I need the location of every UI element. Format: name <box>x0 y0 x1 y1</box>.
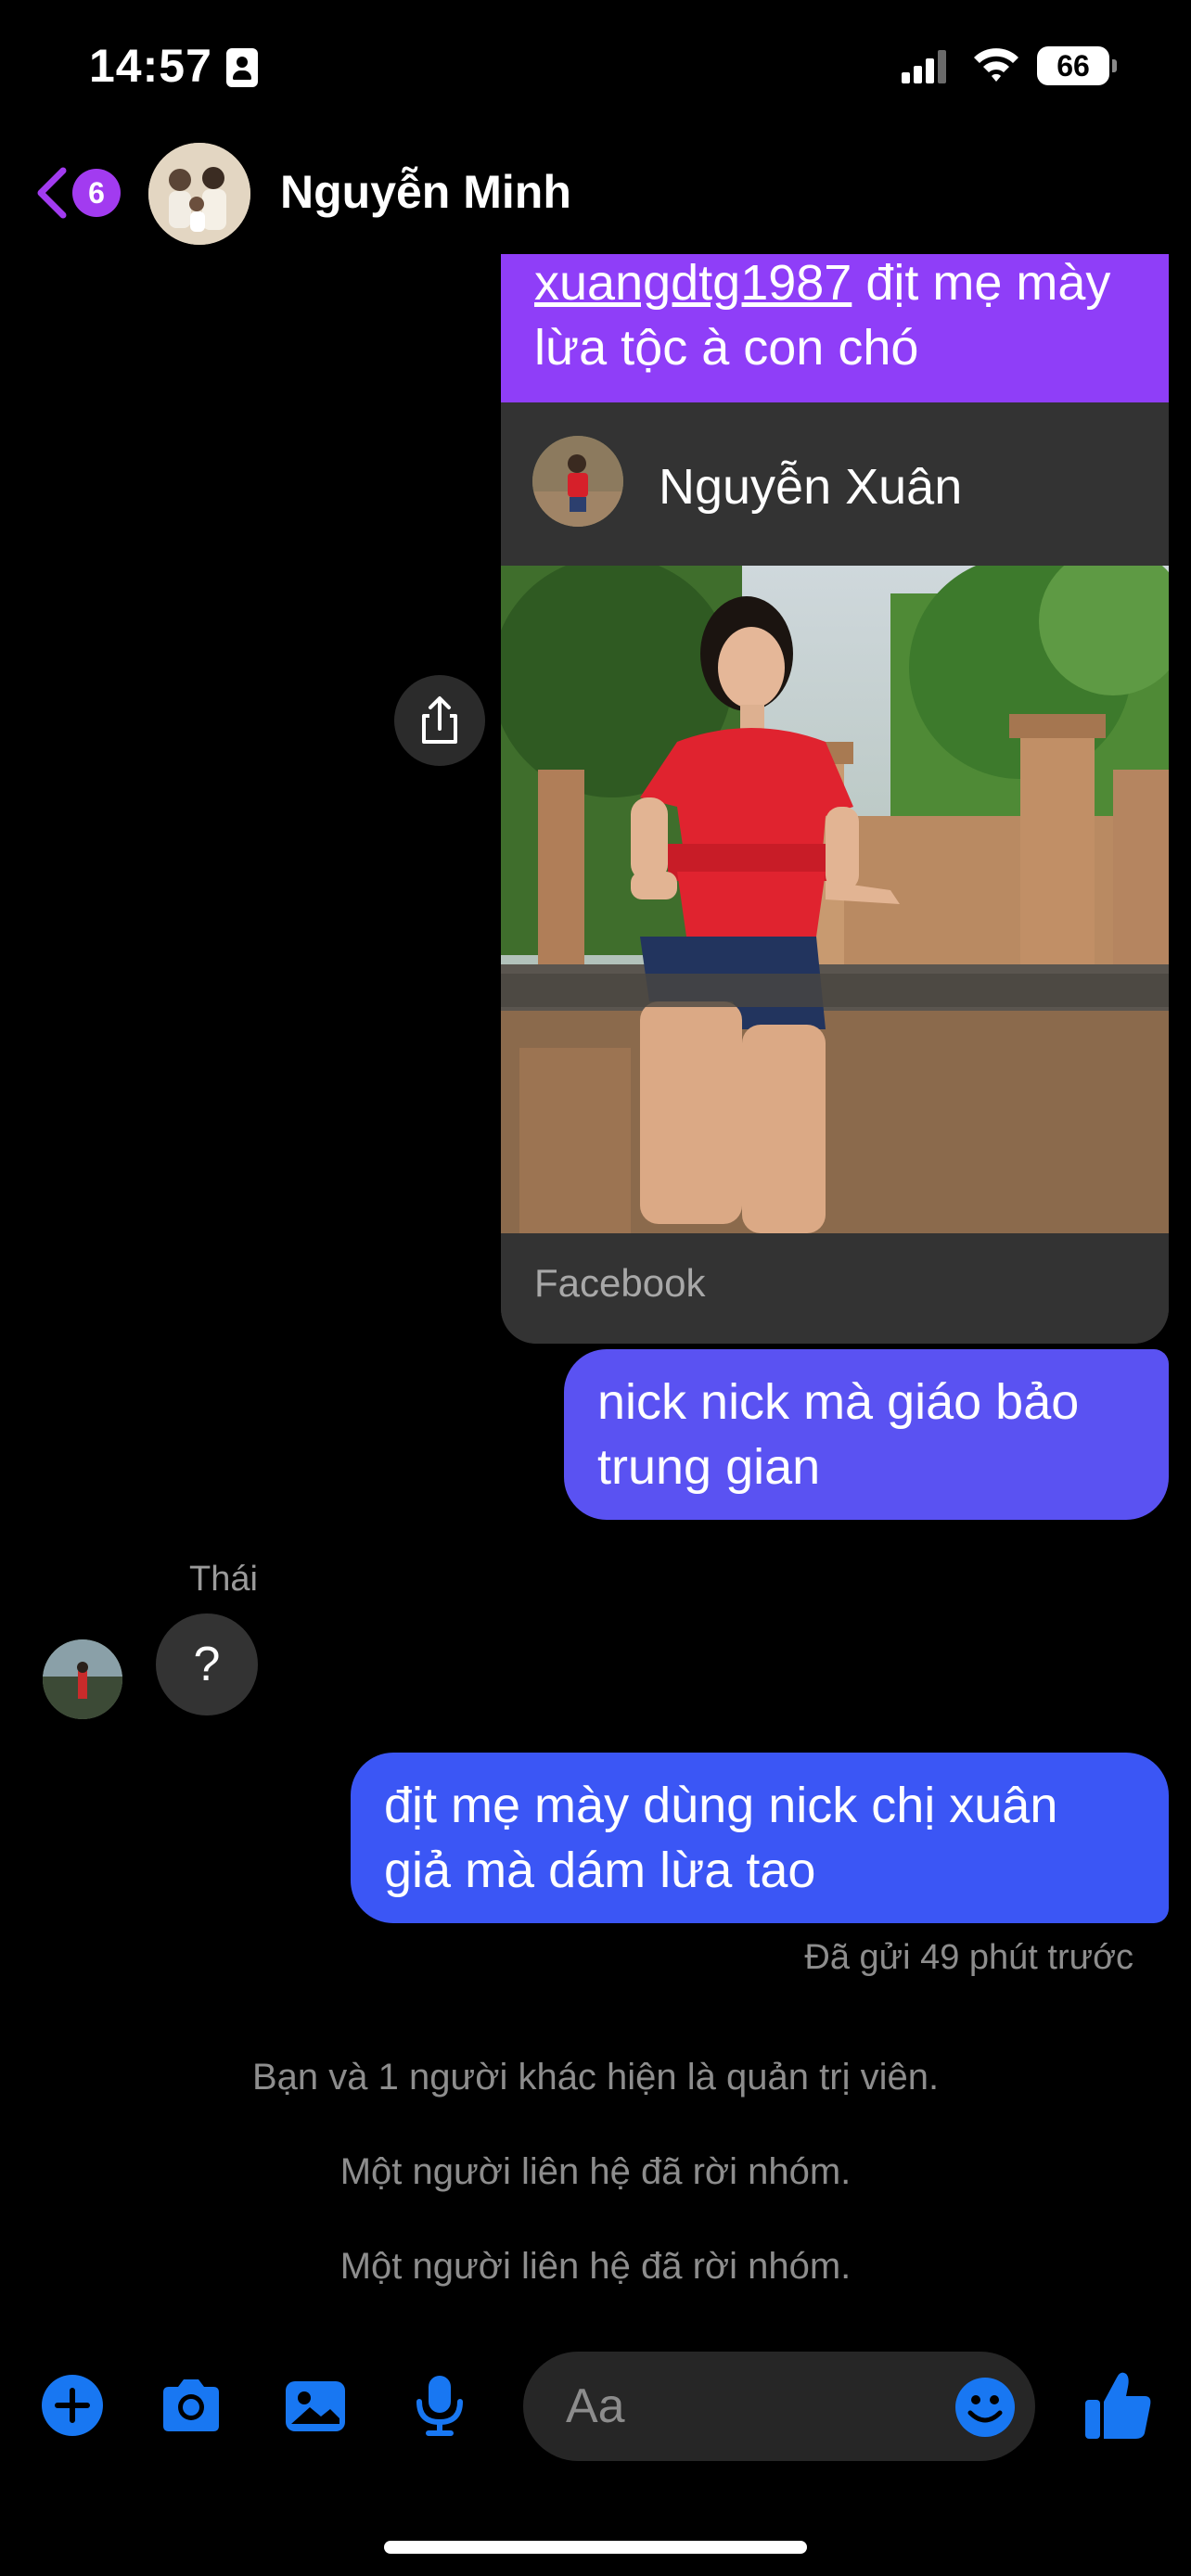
back-chevron-icon <box>37 167 67 219</box>
camera-icon[interactable] <box>158 2372 224 2439</box>
back-button[interactable]: 6 <box>33 161 126 221</box>
composer-bar <box>0 2339 1191 2478</box>
battery-icon: 66 <box>1037 46 1117 85</box>
status-bar: 14:57 66 <box>0 0 1191 139</box>
message-bubble-outgoing[interactable]: nick nick mà giáo bảo trung gian <box>564 1349 1169 1520</box>
contact-card-icon <box>226 48 258 87</box>
shared-post-source-row: Facebook <box>501 1233 1169 1344</box>
emoji-icon[interactable] <box>954 2376 1017 2439</box>
message-bubble-incoming[interactable]: ? <box>156 1613 258 1715</box>
system-message: Một người liên hệ đã rời nhóm. <box>339 2246 852 2287</box>
image-icon[interactable] <box>282 2372 349 2439</box>
home-indicator <box>384 2541 807 2554</box>
shared-post-source: Facebook <box>534 1261 706 1305</box>
system-message: Bạn và 1 người khác hiện là quản trị viê… <box>251 2057 940 2098</box>
wifi-icon <box>974 48 1018 82</box>
shared-post-card[interactable]: xuangdtg1987 địt mẹ mày lừa tộc à con ch… <box>501 254 1169 1344</box>
sent-status: Đã gửi 49 phút trước <box>804 1938 1133 1977</box>
message-bubble-outgoing[interactable]: địt mẹ mày dùng nick chị xuân giả mà dám… <box>351 1753 1169 1923</box>
chat-title[interactable]: Nguyễn Minh <box>280 165 571 219</box>
group-avatar[interactable] <box>148 143 250 245</box>
status-time: 14:57 <box>89 40 212 92</box>
shared-profile-name: Nguyễn Xuân <box>659 459 963 515</box>
chat-header: 6 Nguyễn Minh <box>0 139 1191 250</box>
plus-icon[interactable] <box>39 2372 106 2439</box>
shared-profile-avatar <box>532 436 623 527</box>
unread-badge: 6 <box>72 169 121 217</box>
thumbs-up-icon[interactable] <box>1083 2368 1154 2442</box>
share-button[interactable] <box>394 675 485 766</box>
shared-post-text: xuangdtg1987 địt mẹ mày lừa tộc à con ch… <box>534 254 1146 380</box>
mention-link[interactable]: xuangdtg1987 <box>534 255 852 311</box>
shared-profile-row[interactable]: Nguyễn Xuân <box>501 402 1169 566</box>
sender-name: Thái <box>189 1560 258 1599</box>
share-icon <box>422 696 457 744</box>
system-message: Một người liên hệ đã rời nhóm. <box>339 2151 852 2192</box>
signal-icon <box>902 50 948 83</box>
microphone-icon[interactable] <box>406 2372 473 2439</box>
shared-post-photo[interactable] <box>501 566 1169 1233</box>
sender-avatar[interactable] <box>43 1639 122 1719</box>
shared-post-message: xuangdtg1987 địt mẹ mày lừa tộc à con ch… <box>501 254 1169 402</box>
